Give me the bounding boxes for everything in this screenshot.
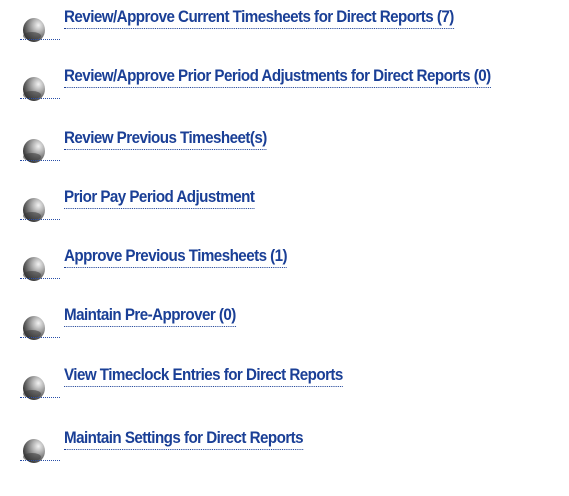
menu-item-approve-previous-timesheets[interactable]: Approve Previous Timesheets (1)	[18, 245, 563, 285]
dotted-underline	[20, 219, 60, 222]
menu-item-review-approve-current-timesheets[interactable]: Review/Approve Current Timesheets for Di…	[18, 6, 563, 46]
review-approve-current-timesheets-link[interactable]: Review/Approve Current Timesheets for Di…	[64, 8, 454, 29]
menu-item-prior-pay-period-adjustment[interactable]: Prior Pay Period Adjustment	[18, 186, 563, 226]
menu-item-maintain-pre-approver[interactable]: Maintain Pre-Approver (0)	[18, 304, 563, 344]
dotted-underline	[20, 278, 60, 281]
dotted-underline	[20, 39, 60, 42]
dotted-underline	[20, 98, 60, 101]
manager-actions-menu: Review/Approve Current Timesheets for Di…	[0, 0, 569, 496]
approve-previous-timesheets-link[interactable]: Approve Previous Timesheets (1)	[64, 247, 288, 268]
menu-item-review-approve-prior-period-adjustments[interactable]: Review/Approve Prior Period Adjustments …	[18, 65, 563, 105]
dotted-underline	[20, 460, 60, 463]
menu-item-review-previous-timesheets[interactable]: Review Previous Timesheet(s)	[18, 127, 563, 167]
maintain-pre-approver-link[interactable]: Maintain Pre-Approver (0)	[64, 306, 236, 327]
review-approve-prior-period-adjustments-link[interactable]: Review/Approve Prior Period Adjustments …	[64, 67, 491, 88]
review-previous-timesheets-link[interactable]: Review Previous Timesheet(s)	[64, 129, 267, 150]
view-timeclock-entries-link[interactable]: View Timeclock Entries for Direct Report…	[64, 366, 343, 387]
dotted-underline	[20, 397, 60, 400]
dotted-underline	[20, 160, 60, 163]
prior-pay-period-adjustment-link[interactable]: Prior Pay Period Adjustment	[64, 188, 255, 209]
menu-item-maintain-settings[interactable]: Maintain Settings for Direct Reports	[18, 427, 563, 467]
menu-item-view-timeclock-entries[interactable]: View Timeclock Entries for Direct Report…	[18, 364, 563, 404]
dotted-underline	[20, 337, 60, 340]
maintain-settings-link[interactable]: Maintain Settings for Direct Reports	[64, 429, 304, 450]
